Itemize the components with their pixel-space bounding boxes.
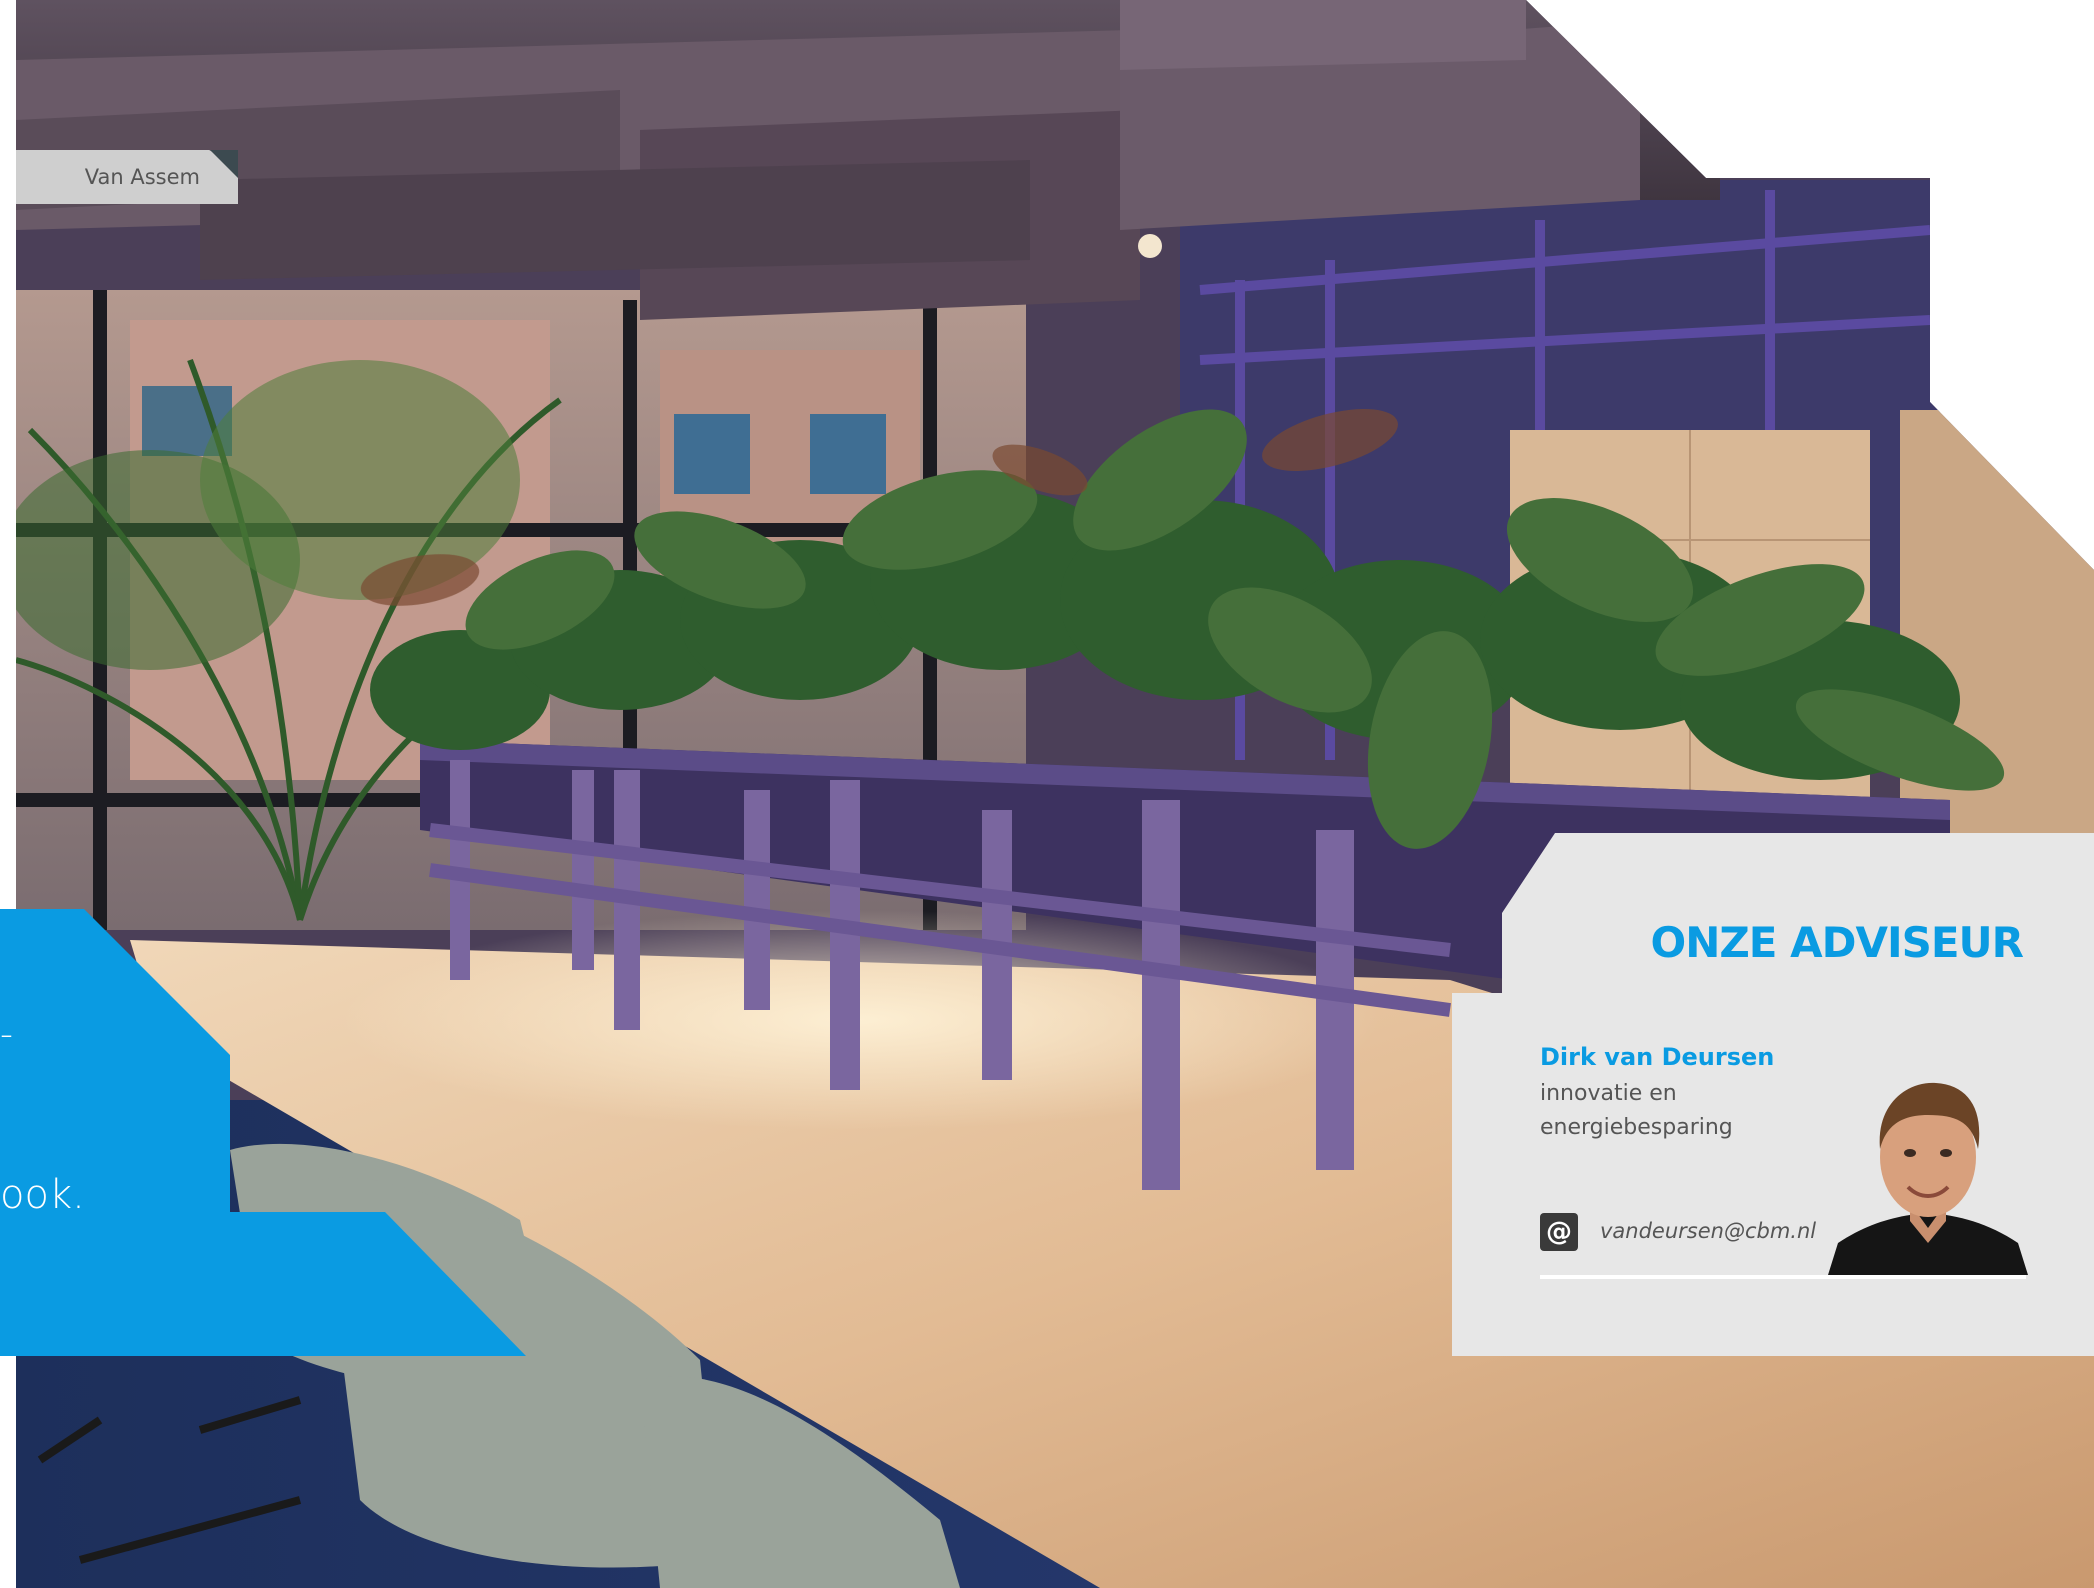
advisor-portrait-image bbox=[1828, 1053, 2028, 1275]
intro-dash-text: - bbox=[0, 1014, 13, 1055]
email-icon: @ bbox=[1540, 1213, 1578, 1251]
photo-credit: Van Assem bbox=[16, 150, 238, 204]
advisor-heading: ONZE ADVISEUR bbox=[1650, 918, 2024, 967]
advisor-name: Dirk van Deursen bbox=[1540, 1043, 1775, 1071]
advisor-card: ONZE ADVISEUR Dirk van Deursen innovatie… bbox=[1452, 833, 2094, 1356]
advisor-portrait bbox=[1828, 1053, 2028, 1275]
advisor-role: innovatie en energiebesparing bbox=[1540, 1081, 1733, 1140]
card-divider bbox=[1540, 1275, 2026, 1279]
photo-credit-text: Van Assem bbox=[84, 165, 200, 189]
intro-text-fragment: ook. bbox=[0, 1172, 85, 1218]
advisor-email-link[interactable]: vandeursen@cbm.nl bbox=[1600, 1219, 1816, 1243]
